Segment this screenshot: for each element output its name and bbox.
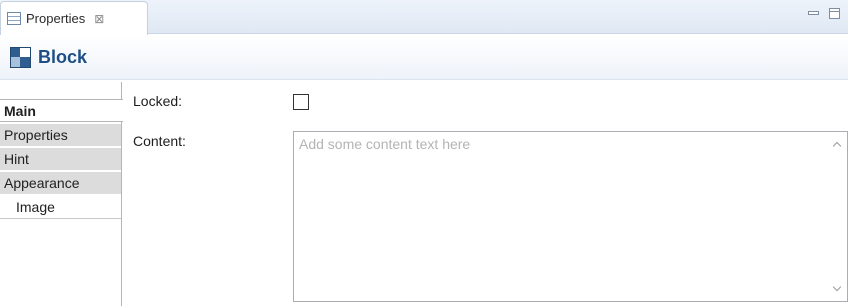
locked-checkbox[interactable] (293, 94, 309, 110)
content-placeholder: Add some content text here (299, 136, 471, 152)
minimize-icon[interactable] (807, 8, 819, 19)
content-textarea[interactable]: Add some content text here (293, 131, 848, 302)
sidebar-item-hint[interactable]: Hint (0, 148, 122, 171)
block-icon (10, 46, 31, 68)
locked-label: Locked: (133, 93, 183, 109)
view-tab-bar: Properties ⊠ (0, 0, 848, 35)
sidebar-item-image[interactable]: Image (0, 196, 122, 219)
properties-view-tab[interactable]: Properties ⊠ (0, 1, 148, 35)
close-icon[interactable]: ⊠ (94, 12, 104, 26)
sidebar-item-appearance[interactable]: Appearance (0, 172, 122, 195)
view-tab-label: Properties (26, 11, 86, 26)
page-title: Block (38, 46, 88, 67)
sidebar-tabs: Main Properties Hint Appearance Image (0, 82, 123, 306)
content-label: Content: (133, 133, 186, 149)
section-header: Block (0, 35, 848, 80)
window-controls (807, 8, 840, 19)
scroll-up-icon[interactable] (830, 138, 844, 150)
sidebar-item-main[interactable]: Main (0, 99, 123, 122)
sidebar-item-properties[interactable]: Properties (0, 124, 122, 147)
properties-view-icon (7, 12, 21, 25)
maximize-icon[interactable] (829, 8, 840, 19)
scroll-down-icon[interactable] (830, 283, 844, 295)
